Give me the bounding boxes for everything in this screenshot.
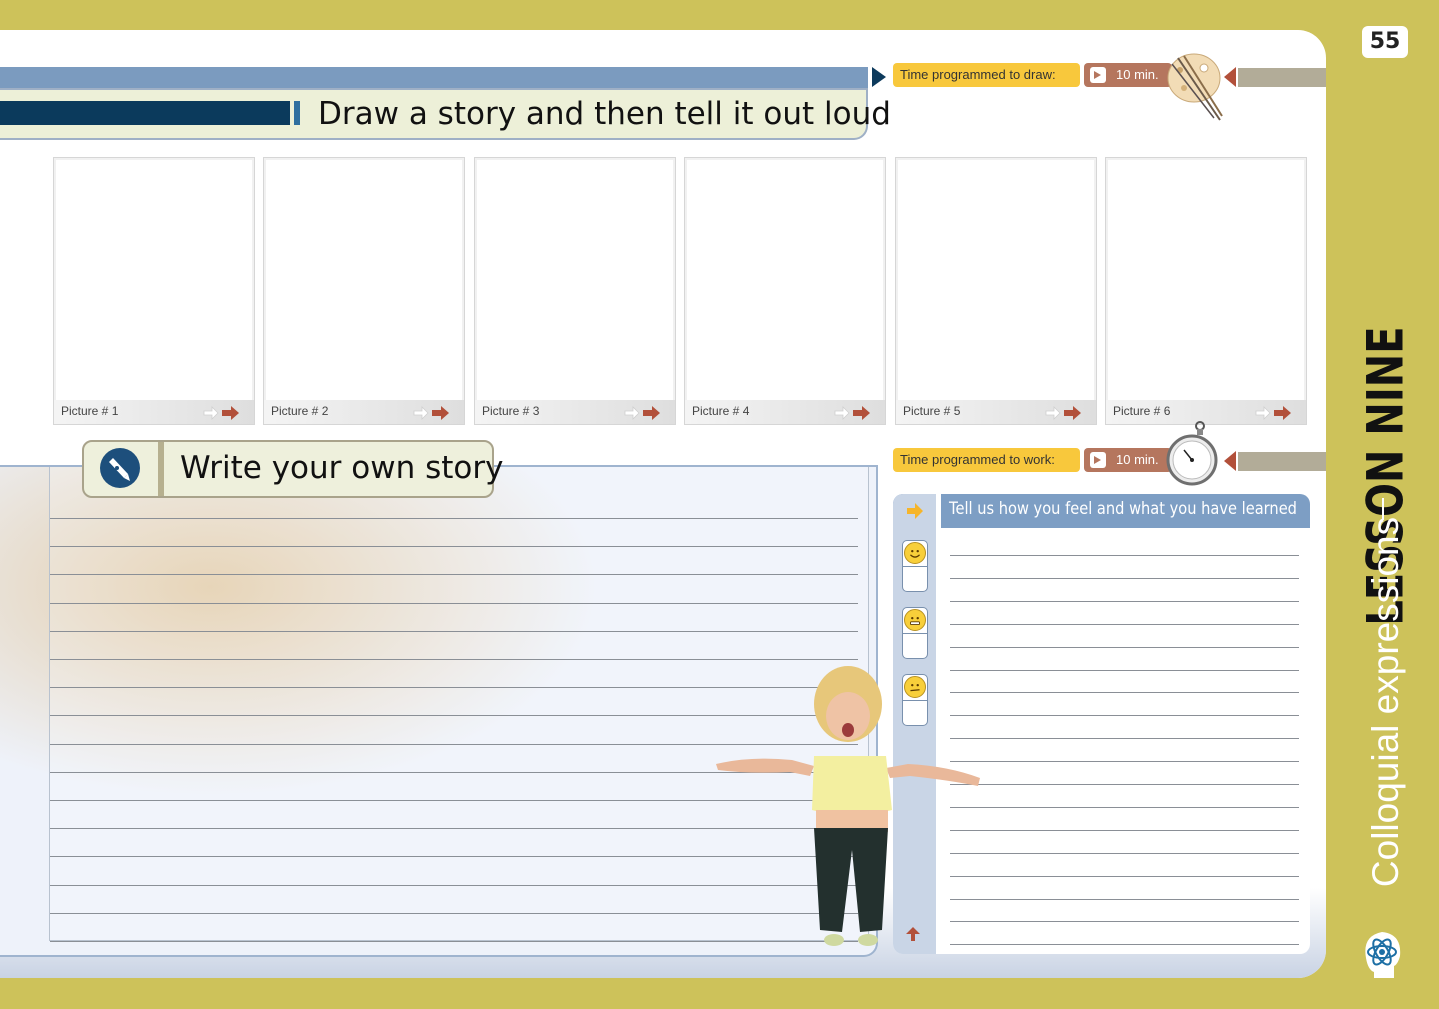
mood-happy-checkbox[interactable]	[902, 540, 928, 592]
reflection-header: Tell us how you feel and what you have l…	[893, 494, 1310, 528]
reflection-line[interactable]	[950, 715, 1299, 717]
title-accent-bar	[0, 101, 290, 125]
lesson-subject: Colloquial expressions	[1365, 516, 1406, 888]
title-accent-tick	[294, 101, 300, 125]
next-arrows-icon	[413, 406, 449, 420]
write-title-box: Write your own story	[82, 440, 503, 498]
grey-strip	[1238, 452, 1326, 471]
draw-time-value: 10 min.	[1116, 67, 1159, 82]
reflection-line[interactable]	[950, 646, 1299, 648]
picture-frame-4[interactable]: Picture # 4	[684, 157, 886, 425]
lesson-sidebar: LESSON NINE Colloquial expressions	[1352, 240, 1424, 900]
picture-frame-1[interactable]: Picture # 1	[53, 157, 255, 425]
reflection-line[interactable]	[950, 623, 1299, 625]
grey-strip	[1238, 68, 1326, 87]
reflection-line[interactable]	[950, 806, 1299, 808]
picture-label: Picture # 3	[482, 404, 540, 418]
page-number: 55	[1362, 26, 1408, 58]
picture-frame-2[interactable]: Picture # 2	[263, 157, 465, 425]
reflection-line[interactable]	[950, 555, 1299, 556]
arrow-right-icon	[907, 503, 923, 519]
picture-frame-6[interactable]: Picture # 6	[1105, 157, 1307, 425]
work-time-value: 10 min.	[1116, 452, 1159, 467]
happy-face-icon	[904, 542, 926, 564]
write-section-title: Write your own story	[180, 450, 504, 486]
picture-frame-3[interactable]: Picture # 3	[474, 157, 676, 425]
atom-head-icon	[1365, 932, 1401, 978]
story-line[interactable]	[50, 546, 858, 548]
work-time-label: Time programmed to work:	[893, 448, 1080, 472]
story-line[interactable]	[50, 630, 858, 632]
title-divider	[158, 442, 164, 496]
neutral-face-icon	[904, 609, 926, 631]
work-time-value-box: 10 min.	[1084, 448, 1172, 472]
paint-palette-icon	[1167, 53, 1223, 121]
picture-frame-5[interactable]: Picture # 5	[895, 157, 1097, 425]
next-arrows-icon	[1045, 406, 1081, 420]
mood-neutral-checkbox[interactable]	[902, 607, 928, 659]
picture-label: Picture # 4	[692, 404, 750, 418]
story-line[interactable]	[50, 602, 858, 604]
reflection-line[interactable]	[950, 829, 1299, 831]
next-arrows-icon	[834, 406, 870, 420]
reflection-line[interactable]	[950, 692, 1299, 694]
next-arrows-icon	[203, 406, 239, 420]
reflection-line[interactable]	[950, 898, 1299, 900]
reflection-line[interactable]	[950, 577, 1299, 579]
shrugging-girl-image	[716, 666, 980, 946]
reflection-line[interactable]	[950, 761, 1299, 763]
reflection-line[interactable]	[950, 852, 1299, 854]
reflection-line[interactable]	[950, 738, 1299, 740]
picture-label: Picture # 1	[61, 404, 119, 418]
picture-label: Picture # 6	[1113, 404, 1171, 418]
next-arrows-icon	[624, 406, 660, 420]
arrow-right-icon	[1090, 67, 1106, 83]
reflection-line[interactable]	[950, 784, 1299, 785]
story-line[interactable]	[50, 518, 858, 519]
draw-time-value-box: 10 min.	[1084, 63, 1172, 87]
fountain-pen-icon	[100, 448, 140, 488]
header-marker-icon	[872, 67, 886, 87]
next-arrows-icon	[1255, 406, 1291, 420]
draw-time-label: Time programmed to draw:	[893, 63, 1080, 87]
draw-section-title: Draw a story and then tell it out loud	[318, 96, 891, 132]
reflection-line[interactable]	[950, 944, 1299, 946]
reflection-line[interactable]	[950, 875, 1299, 877]
header-bar	[0, 67, 868, 88]
picture-label: Picture # 2	[271, 404, 329, 418]
reflection-title: Tell us how you feel and what you have l…	[949, 499, 1297, 519]
reflection-line[interactable]	[950, 669, 1299, 671]
triangle-marker-icon	[1224, 451, 1236, 471]
stopwatch-icon	[1166, 421, 1218, 486]
reflection-line[interactable]	[950, 921, 1299, 923]
picture-label: Picture # 5	[903, 404, 961, 418]
story-line[interactable]	[50, 574, 858, 576]
reflection-line[interactable]	[950, 600, 1299, 602]
arrow-right-icon	[1090, 452, 1106, 468]
